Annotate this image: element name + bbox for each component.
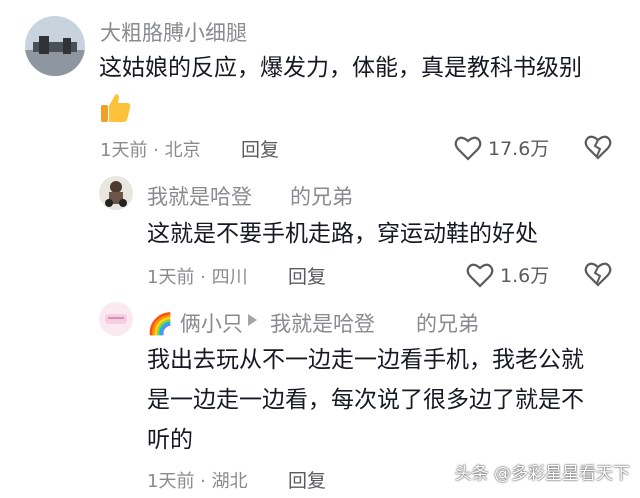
user-avatar[interactable] <box>99 302 133 336</box>
thumbs-up-icon <box>99 91 133 125</box>
comment-time-location: 1天前 · 四川 <box>147 267 248 288</box>
reply-button[interactable]: 回复 <box>288 466 326 493</box>
like-count: 17.6万 <box>488 138 550 160</box>
username-suffix: 的兄弟 <box>290 185 353 209</box>
dislike-button[interactable] <box>584 261 612 291</box>
reply-to-username[interactable]: 我就是哈登 <box>270 308 375 338</box>
user-avatar[interactable] <box>25 16 85 76</box>
reply-to-suffix: 的兄弟 <box>416 312 479 336</box>
comment-username[interactable]: 我就是哈登 <box>147 181 252 211</box>
heart-icon <box>454 136 482 161</box>
avatar-photo <box>99 302 133 336</box>
avatar-photo <box>99 176 133 210</box>
dislike-button[interactable] <box>584 134 612 164</box>
reply-button[interactable]: 回复 <box>288 262 326 289</box>
like-count: 1.6万 <box>500 265 550 287</box>
comment-text-line: 我出去玩从不一边走一边看手机，我老公就 <box>147 347 584 373</box>
comment-text: 这就是不要手机走路，穿运动鞋的好处 <box>147 221 538 247</box>
comment-username[interactable]: 大粗胳膊小细腿 <box>100 17 247 47</box>
reply-button[interactable]: 回复 <box>241 135 279 162</box>
watermark: 头条 @多彩星星看天下 <box>454 464 630 484</box>
avatar-photo <box>25 16 85 76</box>
comment-text-line: 是一边走一边看，每次说了很多边了就是不 <box>147 387 584 413</box>
like-button[interactable]: 17.6万 <box>454 134 549 161</box>
user-avatar[interactable] <box>99 176 133 210</box>
heart-icon <box>466 263 494 288</box>
comment-time-location: 1天前 · 北京 <box>100 140 201 161</box>
comment-username[interactable]: 🌈 俩小只 <box>147 308 243 338</box>
reply-arrow-icon <box>248 314 257 326</box>
broken-heart-icon <box>584 135 612 160</box>
broken-heart-icon <box>584 262 612 287</box>
comment-time-location: 1天前 · 湖北 <box>147 471 248 492</box>
like-button[interactable]: 1.6万 <box>466 261 549 288</box>
comment-text: 这姑娘的反应，爆发力，体能，真是教科书级别 <box>99 55 582 81</box>
comment-text-line: 听的 <box>147 427 193 453</box>
